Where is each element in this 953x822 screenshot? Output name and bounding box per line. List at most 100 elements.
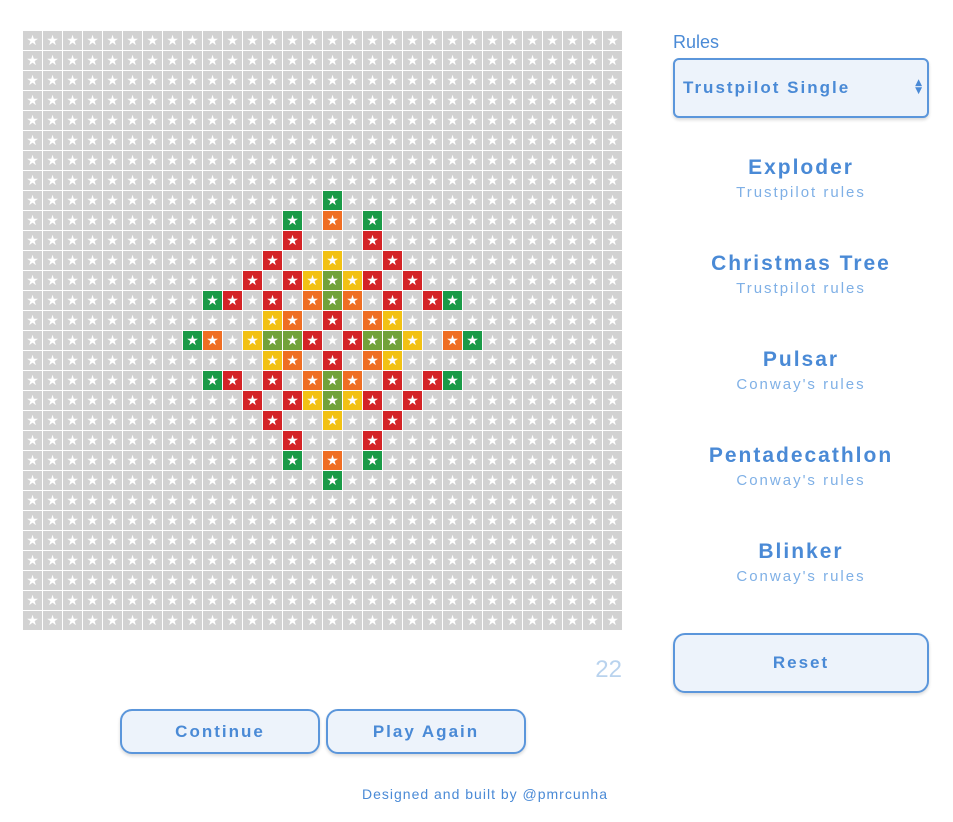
empty-cell[interactable]: ★	[283, 51, 302, 70]
empty-cell[interactable]: ★	[363, 111, 382, 130]
live-cell[interactable]: ★	[223, 291, 242, 310]
empty-cell[interactable]: ★	[143, 31, 162, 50]
empty-cell[interactable]: ★	[323, 331, 342, 350]
empty-cell[interactable]: ★	[563, 91, 582, 110]
live-cell[interactable]: ★	[283, 231, 302, 250]
empty-cell[interactable]: ★	[23, 471, 42, 490]
empty-cell[interactable]: ★	[123, 311, 142, 330]
empty-cell[interactable]: ★	[563, 71, 582, 90]
empty-cell[interactable]: ★	[203, 191, 222, 210]
live-cell[interactable]: ★	[423, 291, 442, 310]
empty-cell[interactable]: ★	[223, 71, 242, 90]
empty-cell[interactable]: ★	[123, 331, 142, 350]
empty-cell[interactable]: ★	[443, 131, 462, 150]
empty-cell[interactable]: ★	[223, 411, 242, 430]
empty-cell[interactable]: ★	[163, 511, 182, 530]
empty-cell[interactable]: ★	[423, 211, 442, 230]
empty-cell[interactable]: ★	[403, 531, 422, 550]
empty-cell[interactable]: ★	[163, 311, 182, 330]
empty-cell[interactable]: ★	[523, 531, 542, 550]
live-cell[interactable]: ★	[283, 431, 302, 450]
empty-cell[interactable]: ★	[43, 251, 62, 270]
empty-cell[interactable]: ★	[203, 451, 222, 470]
empty-cell[interactable]: ★	[43, 611, 62, 630]
empty-cell[interactable]: ★	[203, 571, 222, 590]
empty-cell[interactable]: ★	[443, 111, 462, 130]
empty-cell[interactable]: ★	[463, 511, 482, 530]
empty-cell[interactable]: ★	[163, 491, 182, 510]
empty-cell[interactable]: ★	[43, 331, 62, 350]
empty-cell[interactable]: ★	[343, 571, 362, 590]
live-cell[interactable]: ★	[263, 371, 282, 390]
empty-cell[interactable]: ★	[223, 491, 242, 510]
empty-cell[interactable]: ★	[63, 291, 82, 310]
empty-cell[interactable]: ★	[183, 51, 202, 70]
empty-cell[interactable]: ★	[23, 371, 42, 390]
live-cell[interactable]: ★	[323, 391, 342, 410]
empty-cell[interactable]: ★	[343, 311, 362, 330]
empty-cell[interactable]: ★	[443, 451, 462, 470]
empty-cell[interactable]: ★	[43, 211, 62, 230]
empty-cell[interactable]: ★	[523, 371, 542, 390]
empty-cell[interactable]: ★	[503, 611, 522, 630]
empty-cell[interactable]: ★	[403, 311, 422, 330]
empty-cell[interactable]: ★	[323, 171, 342, 190]
empty-cell[interactable]: ★	[523, 451, 542, 470]
empty-cell[interactable]: ★	[263, 591, 282, 610]
empty-cell[interactable]: ★	[103, 571, 122, 590]
live-cell[interactable]: ★	[203, 331, 222, 350]
empty-cell[interactable]: ★	[543, 131, 562, 150]
empty-cell[interactable]: ★	[443, 251, 462, 270]
live-cell[interactable]: ★	[323, 471, 342, 490]
empty-cell[interactable]: ★	[543, 591, 562, 610]
empty-cell[interactable]: ★	[603, 251, 622, 270]
empty-cell[interactable]: ★	[603, 371, 622, 390]
live-cell[interactable]: ★	[363, 391, 382, 410]
empty-cell[interactable]: ★	[463, 611, 482, 630]
empty-cell[interactable]: ★	[83, 71, 102, 90]
empty-cell[interactable]: ★	[343, 491, 362, 510]
empty-cell[interactable]: ★	[363, 491, 382, 510]
empty-cell[interactable]: ★	[283, 571, 302, 590]
empty-cell[interactable]: ★	[323, 71, 342, 90]
empty-cell[interactable]: ★	[503, 31, 522, 50]
empty-cell[interactable]: ★	[43, 131, 62, 150]
empty-cell[interactable]: ★	[423, 251, 442, 270]
live-cell[interactable]: ★	[183, 331, 202, 350]
empty-cell[interactable]: ★	[403, 111, 422, 130]
empty-cell[interactable]: ★	[283, 591, 302, 610]
empty-cell[interactable]: ★	[143, 451, 162, 470]
empty-cell[interactable]: ★	[463, 531, 482, 550]
empty-cell[interactable]: ★	[63, 91, 82, 110]
empty-cell[interactable]: ★	[103, 351, 122, 370]
empty-cell[interactable]: ★	[503, 91, 522, 110]
empty-cell[interactable]: ★	[43, 271, 62, 290]
empty-cell[interactable]: ★	[83, 431, 102, 450]
empty-cell[interactable]: ★	[83, 111, 102, 130]
empty-cell[interactable]: ★	[43, 531, 62, 550]
empty-cell[interactable]: ★	[463, 31, 482, 50]
empty-cell[interactable]: ★	[123, 451, 142, 470]
empty-cell[interactable]: ★	[123, 431, 142, 450]
empty-cell[interactable]: ★	[43, 591, 62, 610]
empty-cell[interactable]: ★	[463, 191, 482, 210]
empty-cell[interactable]: ★	[83, 311, 102, 330]
empty-cell[interactable]: ★	[523, 551, 542, 570]
empty-cell[interactable]: ★	[23, 71, 42, 90]
empty-cell[interactable]: ★	[383, 31, 402, 50]
empty-cell[interactable]: ★	[183, 91, 202, 110]
empty-cell[interactable]: ★	[83, 331, 102, 350]
empty-cell[interactable]: ★	[203, 31, 222, 50]
empty-cell[interactable]: ★	[103, 511, 122, 530]
empty-cell[interactable]: ★	[583, 591, 602, 610]
empty-cell[interactable]: ★	[143, 251, 162, 270]
empty-cell[interactable]: ★	[603, 351, 622, 370]
empty-cell[interactable]: ★	[303, 571, 322, 590]
empty-cell[interactable]: ★	[463, 251, 482, 270]
live-cell[interactable]: ★	[403, 391, 422, 410]
empty-cell[interactable]: ★	[543, 191, 562, 210]
live-cell[interactable]: ★	[303, 331, 322, 350]
empty-cell[interactable]: ★	[63, 391, 82, 410]
empty-cell[interactable]: ★	[183, 211, 202, 230]
empty-cell[interactable]: ★	[563, 131, 582, 150]
